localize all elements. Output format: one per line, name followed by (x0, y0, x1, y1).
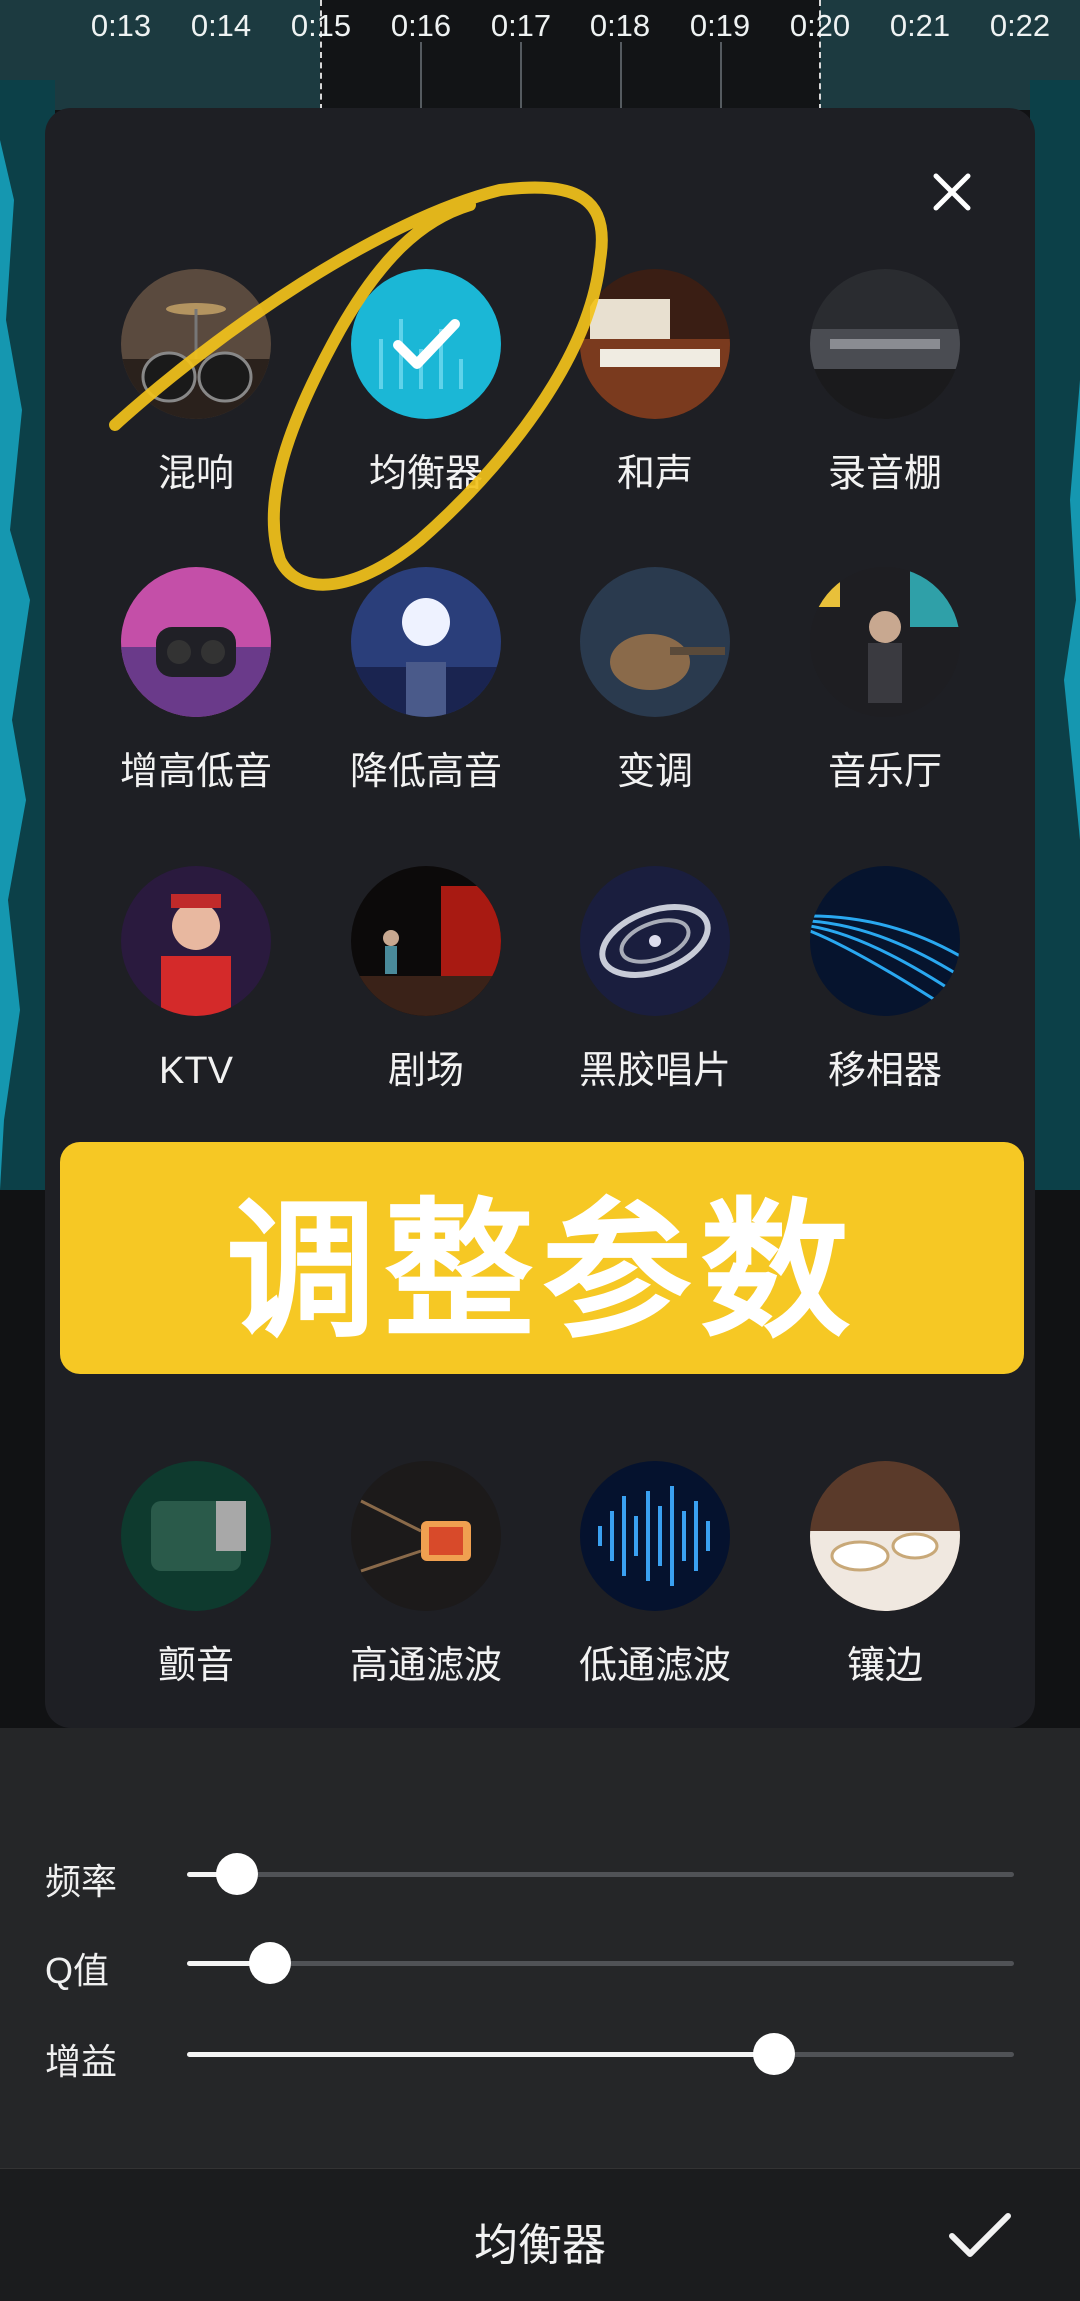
timeline-tick: 0:22 (989, 8, 1051, 43)
bottom-bar: 均衡器 (0, 2168, 1080, 2301)
effect-thumbnail (351, 866, 501, 1016)
confirm-button[interactable] (940, 2195, 1020, 2275)
timeline-grid-line (720, 42, 722, 110)
effect-vinyl[interactable]: 黑胶唱片 (540, 866, 770, 1090)
effect-thumbnail (121, 1461, 271, 1611)
timeline-ruler[interactable]: 0:13 0:14 0:15 0:16 0:17 0:18 0:19 0:20 … (0, 0, 1080, 110)
effect-label: 变调 (616, 751, 693, 793)
bottom-bar-title: 均衡器 (474, 2221, 606, 2270)
effect-thumbnail (580, 1461, 730, 1611)
effect-high-pass[interactable]: 高通滤波 (311, 1461, 541, 1685)
effect-theater[interactable]: 剧场 (311, 866, 541, 1090)
effect-reverb[interactable]: 混响 (81, 269, 311, 493)
effect-label: 剧场 (387, 1050, 464, 1092)
close-icon (933, 173, 971, 211)
audio-waveform-right (1030, 80, 1080, 1190)
effect-thumbnail (810, 269, 960, 419)
effect-thumbnail (580, 866, 730, 1016)
timeline-tick: 0:18 (589, 8, 651, 43)
timeline-tick: 0:20 (789, 8, 851, 43)
effect-thumbnail (580, 567, 730, 717)
timeline-tick: 0:14 (190, 8, 252, 43)
effect-label: 和声 (616, 453, 693, 495)
effect-thumbnail (810, 1461, 960, 1611)
timeline-tick: 0:19 (689, 8, 751, 43)
effect-label: 增高低音 (119, 751, 272, 793)
effect-bass-boost[interactable]: 增高低音 (81, 567, 311, 791)
timeline-tick: 0:13 (90, 8, 152, 43)
effect-thumbnail (351, 567, 501, 717)
frequency-slider[interactable]: 频率 (45, 1845, 1025, 1905)
effect-low-pass[interactable]: 低通滤波 (540, 1461, 770, 1685)
effect-label: 高通滤波 (349, 1645, 502, 1687)
slider-label: 增益 (45, 2041, 118, 2082)
effect-thumbnail (121, 567, 271, 717)
timeline-grid-line (620, 42, 622, 110)
effect-ktv[interactable]: KTV (81, 866, 311, 1090)
timeline-tick: 0:21 (889, 8, 951, 43)
slider-knob[interactable] (248, 1942, 291, 1984)
effect-flanger[interactable]: 镶边 (770, 1461, 1000, 1685)
slider-track[interactable] (187, 2033, 1014, 2075)
effect-label: 均衡器 (368, 453, 483, 495)
timeline-tick: 0:17 (490, 8, 552, 43)
effect-label: 镶边 (846, 1645, 923, 1687)
effect-thumbnail (121, 269, 271, 419)
effect-label: 降低高音 (349, 751, 502, 793)
effect-thumbnail (580, 269, 730, 419)
slider-knob[interactable] (753, 2033, 796, 2075)
effect-harmony[interactable]: 和声 (540, 269, 770, 493)
slider-track[interactable] (187, 1853, 1014, 1895)
effect-label: 颤音 (157, 1645, 234, 1687)
close-button[interactable] (920, 160, 984, 224)
timeline-tick: 0:16 (390, 8, 452, 43)
effect-label: 移相器 (827, 1050, 942, 1092)
q-value-slider[interactable]: Q值 (45, 1934, 1025, 1994)
effect-label: 音乐厅 (827, 751, 942, 793)
effect-thumbnail (810, 567, 960, 717)
slider-label: 频率 (45, 1861, 118, 1902)
gain-slider[interactable]: 增益 (45, 2025, 1025, 2085)
effect-studio[interactable]: 录音棚 (770, 269, 1000, 493)
banner-text: 调整参数 (225, 1186, 858, 1355)
effect-label: 低通滤波 (578, 1645, 731, 1687)
effect-concert-hall[interactable]: 音乐厅 (770, 567, 1000, 791)
slider-knob[interactable] (215, 1853, 258, 1895)
effect-label: 混响 (157, 453, 234, 495)
slider-fill (187, 2052, 775, 2057)
effect-thumbnail (810, 866, 960, 1016)
effect-label: KTV (159, 1050, 233, 1092)
adjust-parameters-banner: 调整参数 (60, 1142, 1024, 1374)
effect-phaser[interactable]: 移相器 (770, 866, 1000, 1090)
effect-thumbnail-selected (351, 269, 501, 419)
effect-label: 录音棚 (827, 453, 942, 495)
slider-label: Q值 (45, 1950, 110, 1991)
effect-pitch[interactable]: 变调 (540, 567, 770, 791)
timeline-grid-line (420, 42, 422, 110)
slider-track[interactable] (187, 1942, 1014, 1984)
effect-tremolo[interactable]: 颤音 (81, 1461, 311, 1685)
effect-label: 黑胶唱片 (578, 1050, 731, 1092)
effect-thumbnail (351, 1461, 501, 1611)
check-icon (949, 2213, 1011, 2257)
effect-thumbnail (121, 866, 271, 1016)
timeline-tick: 0:15 (290, 8, 352, 43)
effect-equalizer[interactable]: 均衡器 (311, 269, 541, 493)
effect-treble-cut[interactable]: 降低高音 (311, 567, 541, 791)
timeline-grid-line (520, 42, 522, 110)
